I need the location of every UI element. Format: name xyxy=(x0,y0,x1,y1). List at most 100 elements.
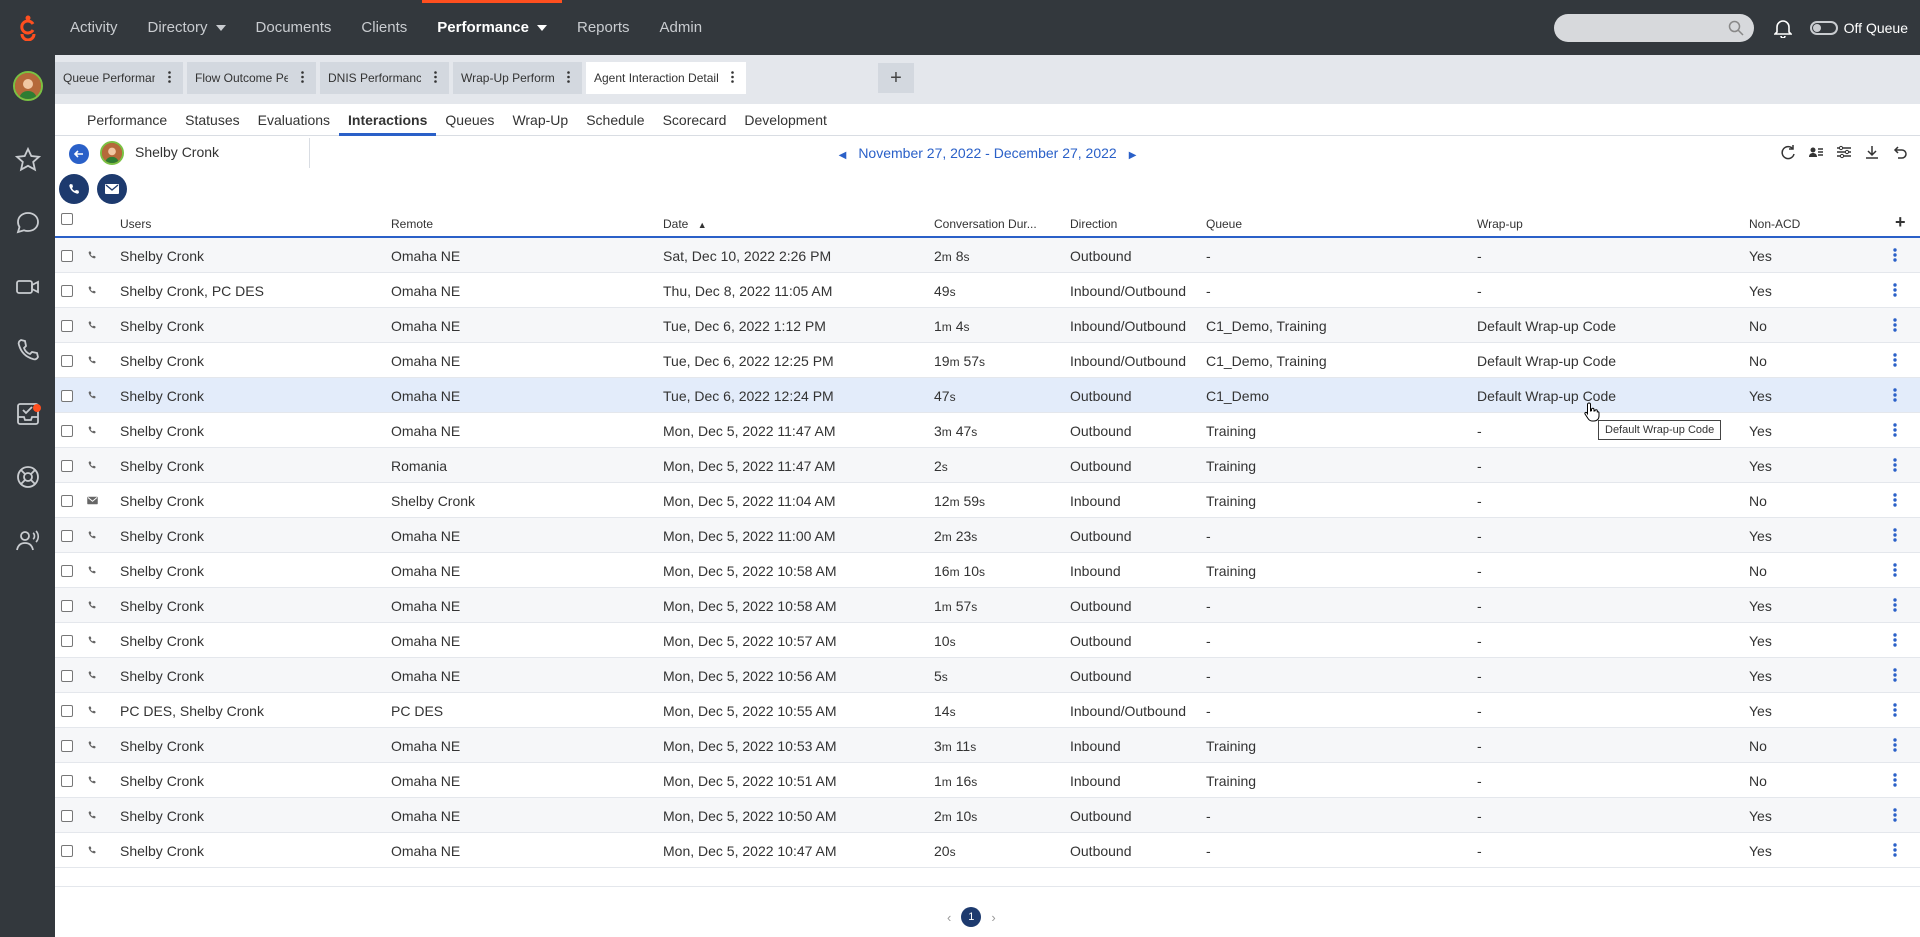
table-row[interactable]: Shelby Cronk Omaha NE Mon, Dec 5, 2022 10:… xyxy=(55,623,1920,658)
table-row[interactable]: Shelby Cronk Omaha NE Mon, Dec 5, 2022 10:… xyxy=(55,798,1920,833)
table-row[interactable]: Shelby Cronk Romania Mon, Dec 5, 2022 11:4… xyxy=(55,448,1920,483)
sub-tab-statuses[interactable]: Statuses xyxy=(176,104,248,135)
favorites-star-icon[interactable] xyxy=(14,146,42,174)
next-range-arrow-icon[interactable]: ▶ xyxy=(1129,150,1137,161)
table-row[interactable]: Shelby Cronk Omaha NE Tue, Dec 6, 2022 12:… xyxy=(55,378,1920,413)
table-row[interactable]: Shelby Cronk, PC DES Omaha NE Thu, Dec 8, … xyxy=(55,273,1920,308)
column-header-remote[interactable]: Remote xyxy=(391,217,433,231)
table-row[interactable]: Shelby Cronk Omaha NE Mon, Dec 5, 2022 10:… xyxy=(55,728,1920,763)
sub-tab-interactions[interactable]: Interactions xyxy=(339,104,437,136)
page-number-current[interactable]: 1 xyxy=(961,907,982,927)
email-filter-button[interactable] xyxy=(97,174,127,204)
row-checkbox[interactable] xyxy=(61,810,73,822)
genesys-logo-icon[interactable] xyxy=(0,0,55,55)
table-row[interactable]: Shelby Cronk Omaha NE Sat, Dec 10, 2022 2:… xyxy=(55,238,1920,273)
page-tab-1[interactable]: Queue Performance xyxy=(55,62,183,94)
row-checkbox[interactable] xyxy=(61,250,73,262)
nav-item-admin[interactable]: Admin xyxy=(645,0,718,55)
row-checkbox[interactable] xyxy=(61,845,73,857)
row-menu-kebab-icon[interactable] xyxy=(1893,563,1897,580)
sub-tab-evaluations[interactable]: Evaluations xyxy=(249,104,339,135)
page-tab-4[interactable]: Wrap-Up Performance xyxy=(453,62,582,94)
page-tab-2[interactable]: Flow Outcome Performance xyxy=(187,62,316,94)
row-checkbox[interactable] xyxy=(61,390,73,402)
row-checkbox[interactable] xyxy=(61,740,73,752)
row-checkbox[interactable] xyxy=(61,670,73,682)
row-checkbox[interactable] xyxy=(61,425,73,437)
nav-item-performance[interactable]: Performance xyxy=(422,0,562,55)
row-menu-kebab-icon[interactable] xyxy=(1893,528,1897,545)
row-menu-kebab-icon[interactable] xyxy=(1893,773,1897,790)
next-page-icon[interactable]: › xyxy=(991,910,995,925)
row-checkbox[interactable] xyxy=(61,775,73,787)
row-menu-kebab-icon[interactable] xyxy=(1893,808,1897,825)
column-header-users[interactable]: Users xyxy=(120,217,151,231)
table-row[interactable]: Shelby Cronk Omaha NE Tue, Dec 6, 2022 12:… xyxy=(55,343,1920,378)
row-checkbox[interactable] xyxy=(61,355,73,367)
row-menu-kebab-icon[interactable] xyxy=(1893,388,1897,405)
user-avatar[interactable] xyxy=(13,71,43,101)
table-row[interactable]: Shelby Cronk Omaha NE Mon, Dec 5, 2022 10:… xyxy=(55,553,1920,588)
sub-tab-schedule[interactable]: Schedule xyxy=(577,104,653,135)
table-row[interactable]: Shelby Cronk Omaha NE Mon, Dec 5, 2022 10:… xyxy=(55,588,1920,623)
phone-filter-button[interactable] xyxy=(59,174,89,204)
column-header-wrapup[interactable]: Wrap-up xyxy=(1477,217,1523,231)
row-menu-kebab-icon[interactable] xyxy=(1893,598,1897,615)
user-filter-icon[interactable] xyxy=(1808,144,1824,160)
search-input[interactable] xyxy=(1553,13,1754,42)
column-header-queue[interactable]: Queue xyxy=(1206,217,1242,231)
row-menu-kebab-icon[interactable] xyxy=(1893,633,1897,650)
table-row[interactable]: Shelby Cronk Omaha NE Mon, Dec 5, 2022 11:… xyxy=(55,518,1920,553)
nav-item-activity[interactable]: Activity xyxy=(55,0,133,55)
nav-item-documents[interactable]: Documents xyxy=(241,0,347,55)
reset-undo-icon[interactable] xyxy=(1892,144,1908,160)
row-menu-kebab-icon[interactable] xyxy=(1893,458,1897,475)
row-menu-kebab-icon[interactable] xyxy=(1893,318,1897,335)
row-menu-kebab-icon[interactable] xyxy=(1893,738,1897,755)
row-checkbox[interactable] xyxy=(61,635,73,647)
sub-tab-development[interactable]: Development xyxy=(735,104,836,135)
phone-icon[interactable] xyxy=(14,336,42,364)
tab-menu-kebab-icon[interactable] xyxy=(434,71,437,86)
date-range-label[interactable]: November 27, 2022 - December 27, 2022 xyxy=(858,145,1116,161)
row-menu-kebab-icon[interactable] xyxy=(1893,703,1897,720)
row-checkbox[interactable] xyxy=(61,565,73,577)
add-column-button[interactable]: + xyxy=(1895,212,1906,233)
page-tab-5[interactable]: Agent Interaction Details xyxy=(586,62,746,94)
column-header-direction[interactable]: Direction xyxy=(1070,217,1117,231)
row-menu-kebab-icon[interactable] xyxy=(1893,843,1897,860)
table-row[interactable]: Shelby Cronk Omaha NE Mon, Dec 5, 2022 10:… xyxy=(55,763,1920,798)
table-row[interactable]: PC DES, Shelby Cronk PC DES Mon, Dec 5, 20… xyxy=(55,693,1920,728)
row-checkbox[interactable] xyxy=(61,285,73,297)
page-tab-3[interactable]: DNIS Performance xyxy=(320,62,449,94)
support-lifebuoy-icon[interactable] xyxy=(14,463,42,491)
row-checkbox[interactable] xyxy=(61,460,73,472)
tab-menu-kebab-icon[interactable] xyxy=(168,71,171,86)
notifications-bell-icon[interactable] xyxy=(1773,18,1792,38)
queue-toggle[interactable] xyxy=(1809,20,1838,35)
row-menu-kebab-icon[interactable] xyxy=(1893,353,1897,370)
prev-page-icon[interactable]: ‹ xyxy=(947,910,951,925)
select-all-checkbox[interactable] xyxy=(61,213,73,225)
row-menu-kebab-icon[interactable] xyxy=(1893,423,1897,440)
tab-menu-kebab-icon[interactable] xyxy=(567,71,570,86)
sub-tab-scorecard[interactable]: Scorecard xyxy=(654,104,736,135)
row-menu-kebab-icon[interactable] xyxy=(1893,283,1897,300)
column-header-duration[interactable]: Conversation Dur... xyxy=(934,217,1037,231)
row-menu-kebab-icon[interactable] xyxy=(1893,668,1897,685)
download-icon[interactable] xyxy=(1864,144,1880,160)
table-row[interactable]: Shelby Cronk Shelby Cronk Mon, Dec 5, 2022… xyxy=(55,483,1920,518)
sub-tab-performance[interactable]: Performance xyxy=(78,104,176,135)
table-row[interactable]: Shelby Cronk Omaha NE Mon, Dec 5, 2022 10:… xyxy=(55,658,1920,693)
column-header-date[interactable]: Date ▲ xyxy=(663,217,707,231)
nav-item-directory[interactable]: Directory xyxy=(133,0,241,55)
add-tab-button[interactable]: + xyxy=(878,63,914,93)
refresh-icon[interactable] xyxy=(1780,144,1796,160)
column-header-nonacd[interactable]: Non-ACD xyxy=(1749,217,1800,231)
column-settings-icon[interactable] xyxy=(1836,144,1852,160)
tab-menu-kebab-icon[interactable] xyxy=(301,71,304,86)
previous-range-arrow-icon[interactable]: ◀ xyxy=(839,150,847,161)
chat-icon[interactable] xyxy=(14,209,42,237)
row-checkbox[interactable] xyxy=(61,530,73,542)
row-checkbox[interactable] xyxy=(61,495,73,507)
